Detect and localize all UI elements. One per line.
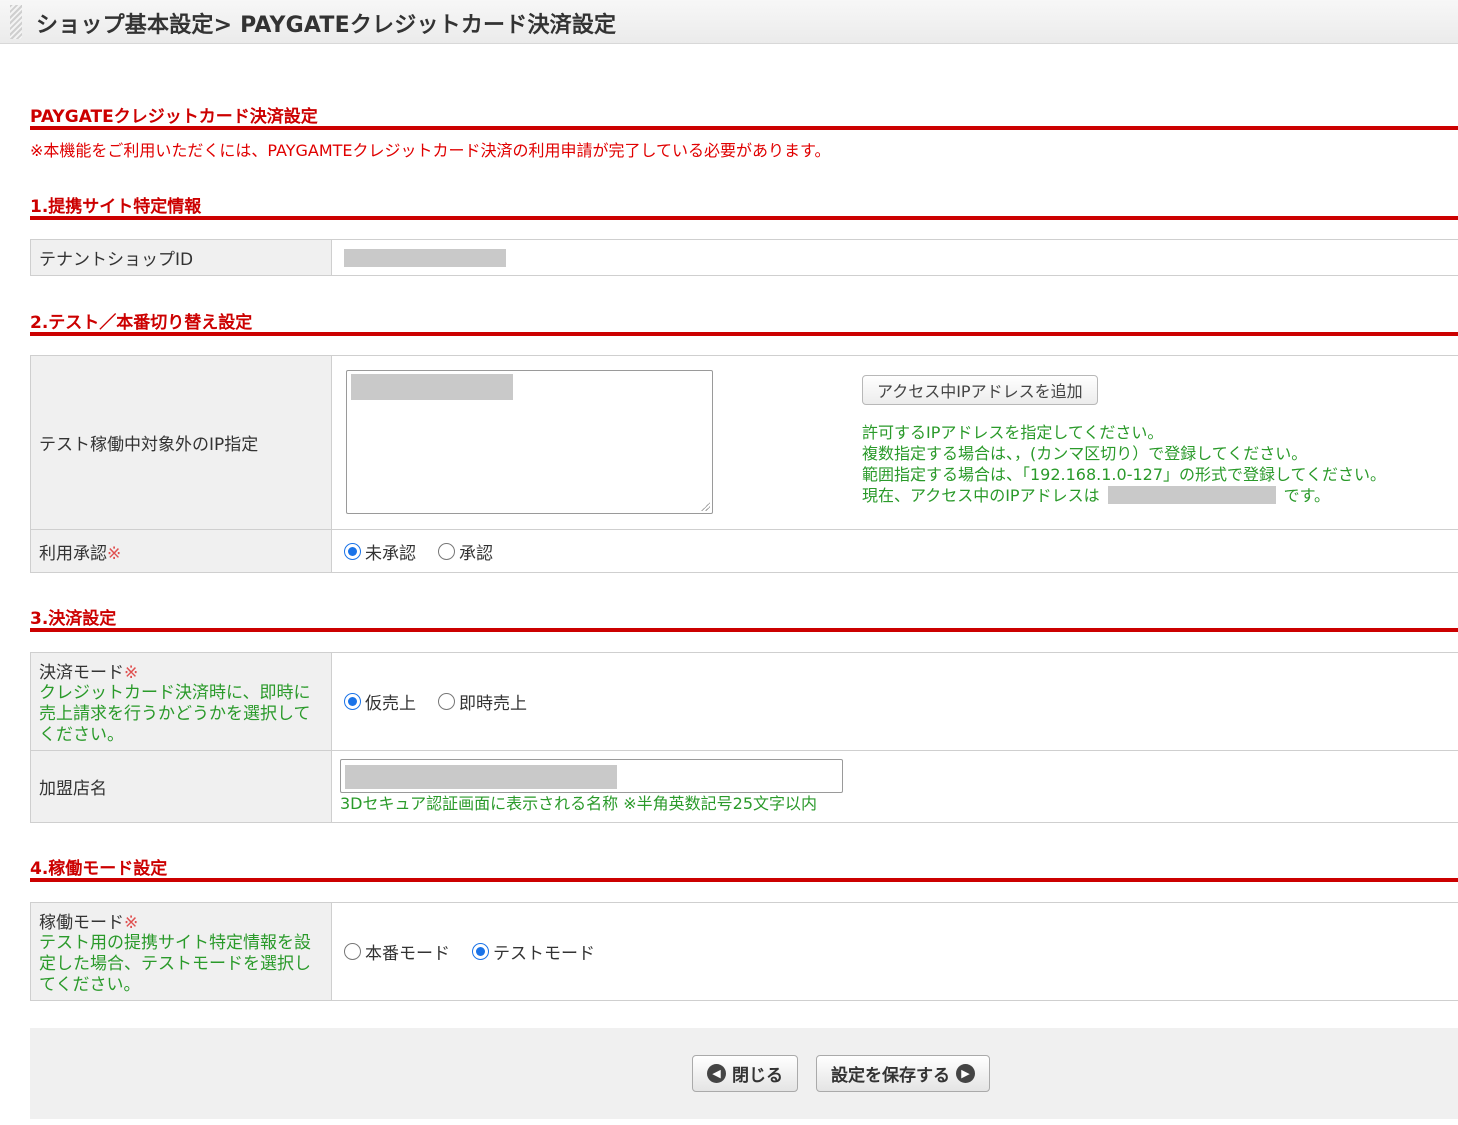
radio-immediate-sale[interactable]: 即時売上 xyxy=(438,689,527,714)
payment-mode-help: クレジットカード決済時に、即時に売上請求を行うかどうかを選択してください。 xyxy=(39,682,311,745)
page-header: ショップ基本設定> PAYGATEクレジットカード決済設定 xyxy=(0,0,1458,44)
section-2-table: テスト稼働中対象外のIP指定 アクセス中IPアドレスを追加 許可するIPアドレス… xyxy=(30,355,1458,573)
approval-row: 利用承認※ 未承認 承認 xyxy=(30,530,1458,573)
merchant-cell: 3Dセキュア認証画面に表示される名称 ※半角英数記号25文字以内 xyxy=(332,751,1458,822)
resize-handle-icon[interactable] xyxy=(700,501,710,511)
ip-row: テスト稼働中対象外のIP指定 アクセス中IPアドレスを追加 許可するIPアドレス… xyxy=(30,356,1458,530)
section-4-title: 4.稼働モード設定 xyxy=(30,854,1458,882)
ip-textarea-masked xyxy=(351,374,513,400)
tenant-row: テナントショップID xyxy=(30,240,1458,276)
operation-mode-cell: 本番モード テストモード xyxy=(332,903,1458,1000)
ip-cell: アクセス中IPアドレスを追加 許可するIPアドレスを指定してください。 複数指定… xyxy=(332,356,1458,529)
section-1-table: テナントショップID xyxy=(30,239,1458,276)
section-3-table: 決済モード※ クレジットカード決済時に、即時に売上請求を行うかどうかを選択してく… xyxy=(30,652,1458,823)
operation-mode-radio-group: 本番モード テストモード xyxy=(344,939,595,964)
radio-test-dot[interactable] xyxy=(472,943,489,960)
approval-radio-group: 未承認 承認 xyxy=(344,539,493,564)
section-1-title: 1.提携サイト特定情報 xyxy=(30,192,1458,220)
approval-cell: 未承認 承認 xyxy=(332,530,1458,572)
ip-help-text: 許可するIPアドレスを指定してください。 複数指定する場合は、，(カンマ区切り）… xyxy=(862,423,1387,505)
operation-mode-label: 稼働モード※ テスト用の提携サイト特定情報を設定した場合、テストモードを選択して… xyxy=(30,903,332,1000)
ip-textarea[interactable] xyxy=(346,370,713,514)
add-current-ip-button[interactable]: アクセス中IPアドレスを追加 xyxy=(862,375,1098,405)
header-grip xyxy=(10,5,22,39)
section-4-table: 稼働モード※ テスト用の提携サイト特定情報を設定した場合、テストモードを選択して… xyxy=(30,902,1458,1001)
required-mark: ※ xyxy=(124,912,139,933)
current-ip-masked xyxy=(1107,486,1276,504)
payment-mode-row: 決済モード※ クレジットカード決済時に、即時に売上請求を行うかどうかを選択してく… xyxy=(30,653,1458,751)
radio-immediate-dot[interactable] xyxy=(438,693,455,710)
required-mark: ※ xyxy=(107,543,122,564)
radio-approved[interactable]: 承認 xyxy=(438,539,493,564)
radio-unapproved[interactable]: 未承認 xyxy=(344,539,416,564)
merchant-help: 3Dセキュア認証画面に表示される名称 ※半角英数記号25文字以内 xyxy=(340,794,818,813)
main-heading: PAYGATEクレジットカード決済設定 xyxy=(30,102,1458,130)
ip-label: テスト稼働中対象外のIP指定 xyxy=(30,356,332,529)
close-button[interactable]: ◀ 閉じる xyxy=(692,1055,798,1092)
radio-unapproved-dot[interactable] xyxy=(344,542,361,560)
operation-mode-row: 稼働モード※ テスト用の提携サイト特定情報を設定した場合、テストモードを選択して… xyxy=(30,903,1458,1001)
merchant-name-input[interactable] xyxy=(340,759,843,793)
radio-approved-dot[interactable] xyxy=(438,542,455,560)
tenant-id-masked xyxy=(344,248,506,267)
tenant-label: テナントショップID xyxy=(30,240,332,275)
payment-mode-label: 決済モード※ クレジットカード決済時に、即時に売上請求を行うかどうかを選択してく… xyxy=(30,653,332,750)
tenant-value-cell xyxy=(332,240,1458,275)
approval-label: 利用承認※ xyxy=(30,530,332,572)
chevron-right-icon: ▶ xyxy=(956,1064,975,1083)
radio-production-mode[interactable]: 本番モード xyxy=(344,939,450,964)
payment-mode-cell: 仮売上 即時売上 xyxy=(332,653,1458,750)
required-mark: ※ xyxy=(124,662,139,683)
merchant-label: 加盟店名 xyxy=(30,751,332,822)
radio-test-mode[interactable]: テストモード xyxy=(472,939,595,964)
payment-mode-radio-group: 仮売上 即時売上 xyxy=(344,689,527,714)
page-title: ショップ基本設定> PAYGATEクレジットカード決済設定 xyxy=(36,13,617,38)
radio-production-dot[interactable] xyxy=(344,943,361,960)
notice-text: ※本機能をご利用いただくには、PAYGAMTEクレジットカード決済の利用申請が完… xyxy=(30,141,831,160)
merchant-name-masked xyxy=(345,765,617,789)
section-2-title: 2.テスト／本番切り替え設定 xyxy=(30,308,1458,336)
footer-bar: ◀ 閉じる 設定を保存する ▶ xyxy=(30,1028,1458,1119)
radio-provisional-sale[interactable]: 仮売上 xyxy=(344,689,416,714)
save-settings-button[interactable]: 設定を保存する ▶ xyxy=(816,1055,990,1092)
chevron-left-icon: ◀ xyxy=(707,1064,726,1083)
radio-provisional-dot[interactable] xyxy=(344,693,361,710)
operation-mode-help: テスト用の提携サイト特定情報を設定した場合、テストモードを選択してください。 xyxy=(39,932,311,995)
merchant-row: 加盟店名 3Dセキュア認証画面に表示される名称 ※半角英数記号25文字以内 xyxy=(30,751,1458,823)
section-3-title: 3.決済設定 xyxy=(30,604,1458,632)
